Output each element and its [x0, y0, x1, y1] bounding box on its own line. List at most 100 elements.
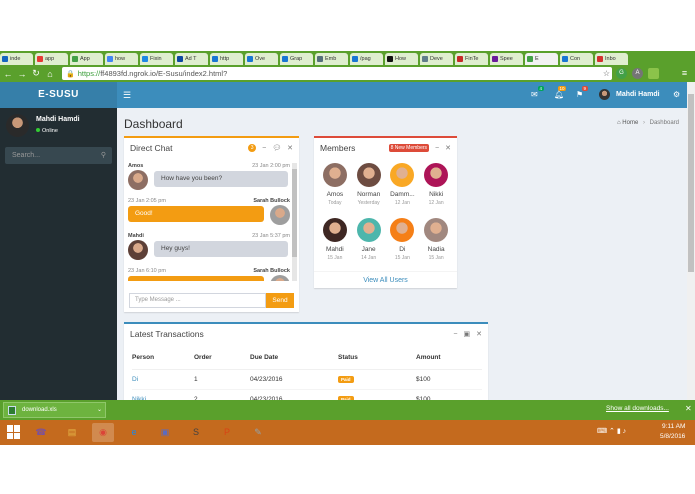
browser-tab[interactable]: E	[525, 53, 558, 65]
browser-tab-label: app	[45, 56, 55, 62]
file-explorer-icon[interactable]: ▤	[61, 423, 83, 442]
gears-icon[interactable]: ⚙	[673, 90, 680, 99]
search-input[interactable]: Search... ⚲	[5, 147, 112, 164]
avatar[interactable]	[390, 218, 415, 242]
browser-tab[interactable]: http	[210, 53, 243, 65]
browser-tab-label: Ad T	[185, 56, 197, 62]
avatar	[270, 205, 290, 225]
clock-date[interactable]: 5/8/2016	[660, 433, 685, 440]
member-name[interactable]: Di	[386, 246, 420, 253]
favicon-icon	[247, 56, 253, 62]
bell-icon[interactable]: 🔔︎	[554, 90, 564, 99]
forward-icon[interactable]: →	[16, 69, 28, 79]
browser-tab-label: Ove	[255, 56, 266, 62]
avatar[interactable]	[356, 163, 381, 187]
member-name[interactable]: Amos	[318, 191, 352, 198]
browser-tab[interactable]: Ove	[245, 53, 278, 65]
member-card[interactable]: Norman Yesterday	[352, 163, 386, 218]
close-icon[interactable]: ✕	[445, 144, 451, 152]
browser-tab[interactable]: FinTe	[455, 53, 488, 65]
browser-tab[interactable]: Ad T	[175, 53, 208, 65]
back-icon[interactable]: ←	[2, 69, 14, 79]
show-all-downloads-link[interactable]: Show all downloads...	[606, 405, 669, 412]
member-card[interactable]: Di 15 Jan	[386, 218, 420, 273]
avatar[interactable]	[390, 163, 415, 187]
browser-tab[interactable]: How	[385, 53, 418, 65]
member-card[interactable]: Mahdi 15 Jan	[318, 218, 352, 273]
browser-tab[interactable]: Inbo	[595, 53, 628, 65]
person-link[interactable]: Di	[132, 376, 138, 383]
remote-desktop-icon[interactable]: ▣	[154, 423, 176, 442]
member-card[interactable]: Nikki 12 Jan	[419, 163, 453, 218]
member-name[interactable]: Nikki	[419, 191, 453, 198]
sidebar-toggle-icon[interactable]: ☰	[123, 90, 131, 101]
avatar[interactable]	[356, 218, 381, 242]
chat-message-input[interactable]: Type Message ...	[129, 293, 266, 308]
collapse-icon[interactable]: −	[453, 331, 457, 338]
chevron-down-icon[interactable]: ⌄	[97, 403, 102, 417]
avatar[interactable]	[424, 163, 449, 187]
member-name[interactable]: Nadia	[419, 246, 453, 253]
browser-tab[interactable]: /pag	[350, 53, 383, 65]
member-name[interactable]: Mahdi	[318, 246, 352, 253]
contacts-icon[interactable]: 💬︎	[272, 144, 281, 152]
member-card[interactable]: Jane 14 Jan	[352, 218, 386, 273]
browser-tab[interactable]: how	[105, 53, 138, 65]
navbar-avatar[interactable]	[599, 89, 610, 100]
sublime-text-icon[interactable]: S	[185, 423, 207, 442]
close-icon[interactable]: ✕	[476, 330, 482, 338]
chat-message-meta: Mahdi 23 Jan 5:37 pm	[128, 233, 290, 239]
reload-icon[interactable]: ↻	[30, 68, 42, 79]
window-controls[interactable]: – ▢ ✕	[676, 1, 693, 8]
send-button[interactable]: Send	[266, 293, 294, 308]
avatar[interactable]	[424, 218, 449, 242]
browser-tab[interactable]: Con	[560, 53, 593, 65]
system-tray[interactable]: ⌨ ⌃ ▮ ♪	[597, 427, 626, 435]
view-all-users-link[interactable]: View All Users	[314, 271, 457, 288]
collapse-icon[interactable]: −	[435, 145, 439, 152]
browser-tab[interactable]: Fixin	[140, 53, 173, 65]
browser-tab[interactable]: Grap	[280, 53, 313, 65]
tool-icon[interactable]: ✎	[247, 423, 269, 442]
chrome-icon[interactable]: ◉	[92, 423, 114, 442]
shield-ext-icon[interactable]	[648, 68, 659, 79]
avatar[interactable]	[322, 218, 347, 242]
clock-time[interactable]: 9:11 AM	[662, 423, 685, 430]
member-card[interactable]: Amos Today	[318, 163, 352, 218]
flag-icon[interactable]: ⚑	[576, 90, 583, 99]
address-bar[interactable]: 🔒 https:// ff4893fd.ngrok.io/E-Susu/inde…	[62, 67, 612, 80]
browser-tab[interactable]: Spee	[490, 53, 523, 65]
save-icon[interactable]: ▣	[464, 330, 471, 338]
download-item[interactable]: download.xls ⌄	[3, 402, 106, 418]
close-icon[interactable]: ✕	[685, 404, 692, 413]
navbar-user-name[interactable]: Mahdi Hamdi	[616, 91, 660, 98]
browser-tab[interactable]: Emb	[315, 53, 348, 65]
member-name[interactable]: Jane	[352, 246, 386, 253]
member-card[interactable]: Nadia 15 Jan	[419, 218, 453, 273]
powerpoint-icon[interactable]: P	[216, 423, 238, 442]
avatar[interactable]	[322, 163, 347, 187]
browser-tab[interactable]: App	[70, 53, 103, 65]
viber-icon[interactable]: ☎	[30, 423, 52, 442]
home-icon[interactable]: ⌂	[44, 69, 56, 79]
internet-explorer-icon[interactable]: e	[123, 423, 145, 442]
bookmark-star-icon[interactable]: ☆	[601, 68, 612, 79]
browser-tab[interactable]: app	[35, 53, 68, 65]
member-name[interactable]: Damm...	[386, 191, 420, 198]
breadcrumb-home[interactable]: Home	[622, 120, 638, 126]
close-icon[interactable]: ✕	[287, 144, 293, 152]
brand-logo[interactable]: E-SUSU	[0, 82, 117, 108]
browser-tab[interactable]: Deve	[420, 53, 453, 65]
green-ext-icon[interactable]: G	[616, 68, 627, 79]
search-icon[interactable]: ⚲	[101, 147, 106, 164]
chat-scrollbar[interactable]	[292, 163, 297, 281]
mail-icon[interactable]: ✉	[531, 90, 538, 99]
a-ext-icon[interactable]: A	[632, 68, 643, 79]
page-scrollbar[interactable]	[687, 82, 695, 400]
member-card[interactable]: Damm... 12 Jan	[386, 163, 420, 218]
menu-icon[interactable]: ≡	[679, 68, 690, 79]
collapse-icon[interactable]: −	[262, 145, 266, 152]
member-name[interactable]: Norman	[352, 191, 386, 198]
windows-start-icon[interactable]	[7, 425, 21, 439]
browser-tab[interactable]: inde	[0, 53, 33, 65]
